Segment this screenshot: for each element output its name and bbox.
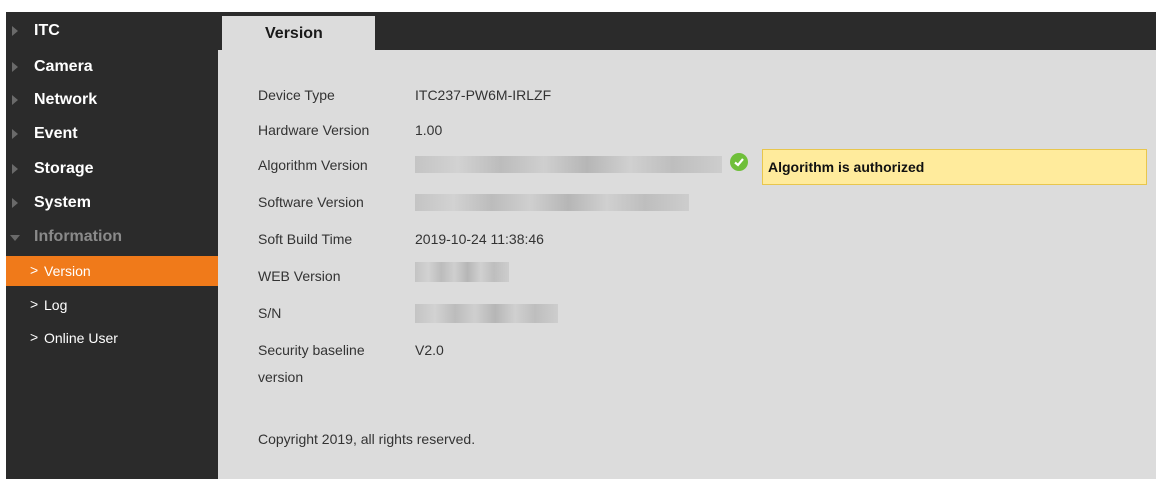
authorization-notice: Algorithm is authorized — [762, 149, 1147, 185]
collapsed-arrow-icon — [12, 164, 18, 174]
collapsed-arrow-icon — [12, 198, 18, 208]
notice-text: Algorithm is authorized — [768, 159, 925, 175]
menu-label: ITC — [34, 22, 60, 39]
menu-itc[interactable]: ITC — [6, 16, 218, 48]
web-version-redacted — [415, 262, 509, 282]
menu-information[interactable]: Information — [6, 222, 218, 254]
content-panel: Version Device Type ITC237-PW6M-IRLZF Ha… — [218, 12, 1156, 479]
sn-redacted — [415, 304, 558, 323]
collapsed-arrow-icon — [12, 129, 18, 139]
software-version-label: Software Version — [258, 194, 364, 210]
web-version-label: WEB Version — [258, 268, 341, 284]
sidebar-item-label: Version — [44, 263, 91, 279]
device-type-value: ITC237-PW6M-IRLZF — [415, 87, 552, 103]
sidebar-item-label: Online User — [44, 330, 118, 346]
tab-bar: Version — [218, 12, 1156, 50]
security-baseline-label-line2: version — [258, 369, 304, 385]
menu-system[interactable]: System — [6, 188, 218, 220]
tab-label: Version — [265, 25, 323, 42]
software-version-redacted — [415, 194, 689, 211]
menu-label: Camera — [34, 58, 93, 75]
expanded-arrow-icon — [10, 235, 20, 241]
menu-event[interactable]: Event — [6, 119, 218, 151]
chevron-right-icon: > — [30, 262, 39, 278]
menu-label: System — [34, 194, 91, 211]
menu-camera[interactable]: Camera — [6, 52, 218, 84]
device-type-label: Device Type — [258, 87, 335, 103]
security-baseline-value: V2.0 — [415, 342, 444, 358]
algorithm-version-redacted — [415, 156, 722, 173]
menu-label: Event — [34, 125, 78, 142]
sidebar-item-online-user[interactable]: > Online User — [6, 323, 218, 353]
sn-label: S/N — [258, 305, 282, 321]
security-baseline-label: Security baseline — [258, 342, 365, 358]
hardware-version-label: Hardware Version — [258, 122, 370, 138]
copyright-text: Copyright 2019, all rights reserved. — [258, 431, 476, 447]
tab-version[interactable]: Version — [222, 16, 375, 50]
sidebar: ITC Camera Network Event Storage System … — [6, 12, 218, 479]
algorithm-version-label: Algorithm Version — [258, 157, 368, 173]
menu-label: Network — [34, 91, 98, 108]
menu-network[interactable]: Network — [6, 85, 218, 117]
menu-label: Storage — [34, 160, 94, 177]
menu-storage[interactable]: Storage — [6, 154, 218, 186]
soft-build-time-value: 2019-10-24 11:38:46 — [415, 231, 544, 247]
menu-label: Information — [34, 228, 122, 245]
collapsed-arrow-icon — [12, 26, 18, 36]
hardware-version-value: 1.00 — [415, 122, 443, 138]
chevron-right-icon: > — [30, 329, 39, 345]
sidebar-item-log[interactable]: > Log — [6, 290, 218, 320]
chevron-right-icon: > — [30, 296, 39, 312]
check-icon — [730, 153, 748, 171]
sidebar-item-label: Log — [44, 297, 68, 313]
collapsed-arrow-icon — [12, 62, 18, 72]
collapsed-arrow-icon — [12, 95, 18, 105]
soft-build-time-label: Soft Build Time — [258, 231, 353, 247]
sidebar-item-version[interactable]: > Version — [6, 256, 218, 286]
